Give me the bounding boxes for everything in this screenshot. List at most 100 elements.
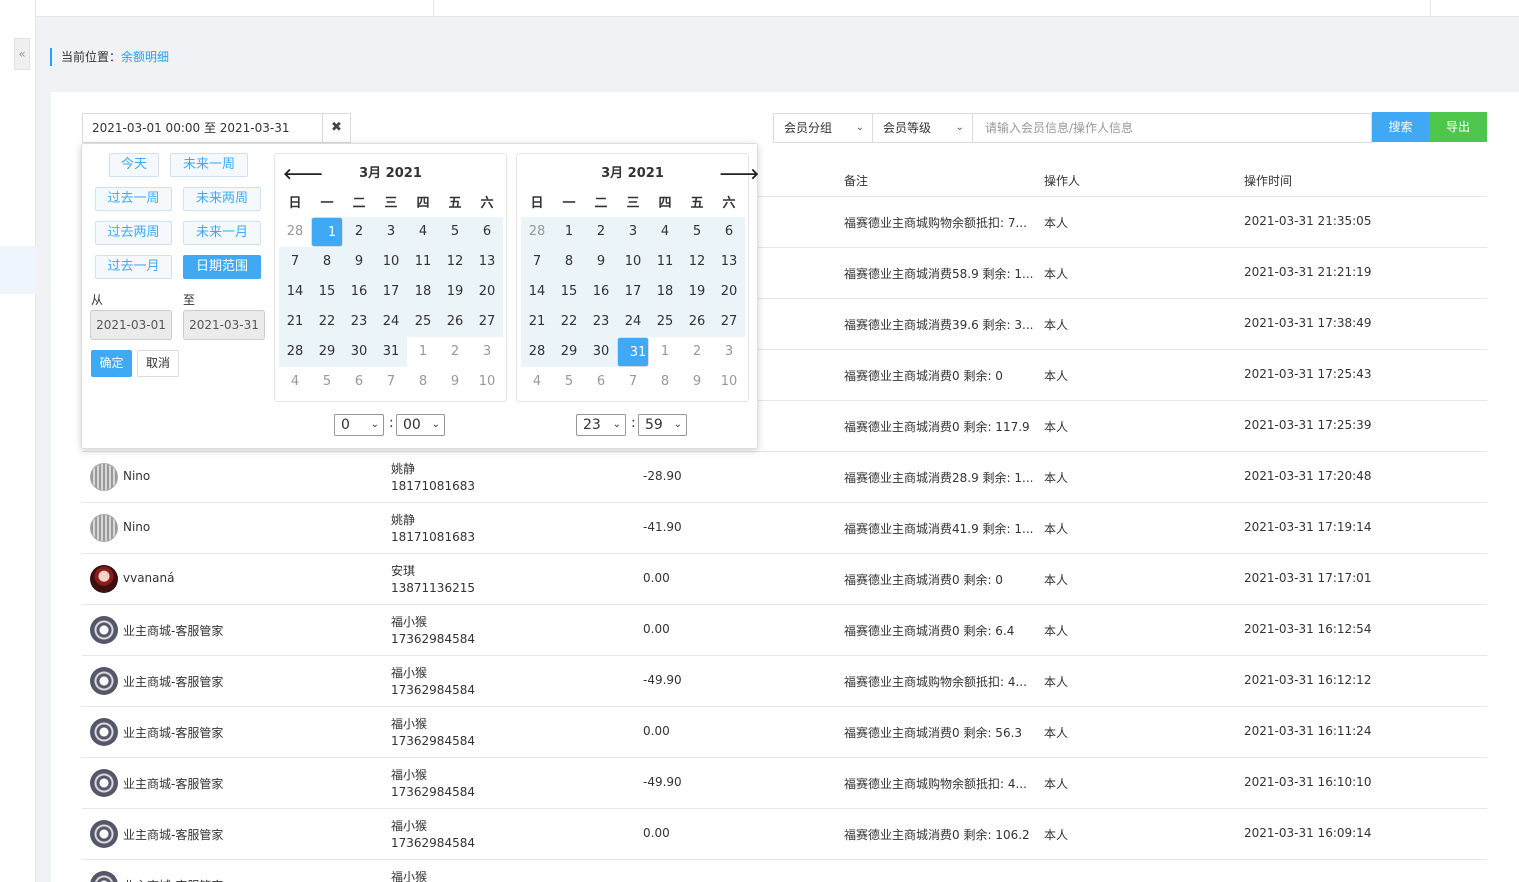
- calendar-day[interactable]: 29: [553, 337, 585, 367]
- cancel-button[interactable]: 取消: [137, 350, 179, 377]
- calendar-day[interactable]: 6: [343, 367, 375, 397]
- calendar-day[interactable]: 1: [407, 337, 439, 367]
- calendar-day[interactable]: 7: [521, 247, 553, 277]
- table-row[interactable]: Nino 姚静 18171081683 -28.90 福赛德业主商城消费28.9 剩余:…: [82, 452, 1487, 503]
- calendar-day[interactable]: 12: [681, 247, 713, 277]
- calendar-day[interactable]: 30: [343, 337, 375, 367]
- calendar-day[interactable]: 3: [713, 337, 745, 367]
- calendar-day[interactable]: 28: [279, 217, 311, 247]
- calendar-day[interactable]: 4: [407, 217, 439, 247]
- calendar-day[interactable]: 10: [471, 367, 503, 397]
- quick-past-month-button[interactable]: 过去一月: [95, 255, 172, 279]
- table-row[interactable]: 业主商城-客服管家 福小猴 17362984584 -49.90 福赛德业主商城购物余额…: [82, 656, 1487, 707]
- calendar-day[interactable]: 5: [311, 367, 343, 397]
- calendar-day[interactable]: 31: [617, 337, 649, 367]
- quick-next-week-button[interactable]: 未来一周: [170, 153, 248, 177]
- calendar-day[interactable]: 3: [375, 217, 407, 247]
- calendar-day[interactable]: 1: [311, 217, 343, 247]
- collapse-sidebar-icon[interactable]: «: [14, 38, 30, 70]
- calendar-day[interactable]: 21: [521, 307, 553, 337]
- calendar-day[interactable]: 4: [521, 367, 553, 397]
- table-row[interactable]: Nino 姚静 18171081683 -41.90 福赛德业主商城消费41.9 剩余:…: [82, 503, 1487, 554]
- calendar-day[interactable]: 22: [311, 307, 343, 337]
- end-minute-select[interactable]: 59 ⌄: [638, 414, 687, 436]
- calendar-day[interactable]: 25: [407, 307, 439, 337]
- confirm-button[interactable]: 确定: [91, 350, 132, 377]
- calendar-day[interactable]: 26: [439, 307, 471, 337]
- calendar-day[interactable]: 11: [649, 247, 681, 277]
- calendar-day[interactable]: 21: [279, 307, 311, 337]
- calendar-day[interactable]: 9: [681, 367, 713, 397]
- calendar-day[interactable]: 7: [375, 367, 407, 397]
- calendar-day[interactable]: 24: [617, 307, 649, 337]
- calendar-day[interactable]: 15: [311, 277, 343, 307]
- calendar-day[interactable]: 24: [375, 307, 407, 337]
- calendar-day[interactable]: 20: [471, 277, 503, 307]
- calendar-day[interactable]: 5: [681, 217, 713, 247]
- calendar-day[interactable]: 23: [585, 307, 617, 337]
- table-row[interactable]: 业主商城-客服管家 福小猴 17362984584 -49.90 福赛德业主商城购物余额…: [82, 758, 1487, 809]
- table-row[interactable]: 业主商城-客服管家 福小猴 17362984584 0.00 福赛德业主商城消费0 剩余…: [82, 707, 1487, 758]
- calendar-day[interactable]: 17: [617, 277, 649, 307]
- start-hour-select[interactable]: 0 ⌄: [334, 414, 384, 436]
- calendar-day[interactable]: 16: [585, 277, 617, 307]
- search-input[interactable]: [973, 113, 1372, 143]
- calendar-day[interactable]: 27: [471, 307, 503, 337]
- quick-past-week-button[interactable]: 过去一周: [95, 187, 172, 211]
- to-date-input[interactable]: 2021-03-31: [183, 310, 265, 340]
- calendar-day[interactable]: 12: [439, 247, 471, 277]
- calendar-day[interactable]: 3: [617, 217, 649, 247]
- calendar-day[interactable]: 3: [471, 337, 503, 367]
- calendar-day[interactable]: 26: [681, 307, 713, 337]
- calendar-day[interactable]: 17: [375, 277, 407, 307]
- calendar-day[interactable]: 14: [279, 277, 311, 307]
- quick-today-button[interactable]: 今天: [109, 153, 159, 177]
- breadcrumb-current[interactable]: 余额明细: [121, 50, 169, 64]
- table-row[interactable]: 业主商城-客服管家 福小猴 17362984584 0.00 福赛德业主商城消费0 剩余…: [82, 605, 1487, 656]
- table-row[interactable]: 业主商城-客服管家 福小猴 17362984584 0.00 福赛德业主商城消费0 剩余…: [82, 809, 1487, 860]
- active-nav-item[interactable]: [0, 246, 36, 294]
- calendar-day[interactable]: 8: [553, 247, 585, 277]
- calendar-day[interactable]: 7: [617, 367, 649, 397]
- calendar-day[interactable]: 6: [471, 217, 503, 247]
- calendar-day[interactable]: 28: [279, 337, 311, 367]
- calendar-day[interactable]: 22: [553, 307, 585, 337]
- search-button[interactable]: 搜索: [1372, 112, 1429, 142]
- calendar-day[interactable]: 19: [439, 277, 471, 307]
- calendar-day[interactable]: 9: [343, 247, 375, 277]
- calendar-day[interactable]: 1: [553, 217, 585, 247]
- calendar-day[interactable]: 28: [521, 337, 553, 367]
- calendar-day[interactable]: 31: [375, 337, 407, 367]
- calendar-day[interactable]: 10: [617, 247, 649, 277]
- calendar-day[interactable]: 10: [713, 367, 745, 397]
- calendar-day[interactable]: 2: [585, 217, 617, 247]
- calendar-day[interactable]: 4: [279, 367, 311, 397]
- member-level-select[interactable]: 会员等级 ⌄: [873, 113, 973, 143]
- calendar-day[interactable]: 14: [521, 277, 553, 307]
- calendar-day[interactable]: 1: [649, 337, 681, 367]
- calendar-day[interactable]: 19: [681, 277, 713, 307]
- calendar-day[interactable]: 25: [649, 307, 681, 337]
- quick-next-month-button[interactable]: 未来一月: [183, 221, 261, 245]
- calendar-day[interactable]: 18: [649, 277, 681, 307]
- calendar-day[interactable]: 18: [407, 277, 439, 307]
- quick-next-two-weeks-button[interactable]: 未来两周: [183, 187, 261, 211]
- clear-date-icon[interactable]: ✖: [322, 113, 351, 143]
- from-date-input[interactable]: 2021-03-01: [90, 310, 172, 340]
- calendar-day[interactable]: 27: [713, 307, 745, 337]
- calendar-day[interactable]: 30: [585, 337, 617, 367]
- calendar-day[interactable]: 5: [553, 367, 585, 397]
- quick-date-range-button[interactable]: 日期范围: [183, 255, 261, 279]
- calendar-day[interactable]: 6: [585, 367, 617, 397]
- calendar-day[interactable]: 5: [439, 217, 471, 247]
- calendar-day[interactable]: 8: [407, 367, 439, 397]
- calendar-day[interactable]: 16: [343, 277, 375, 307]
- calendar-day[interactable]: 13: [713, 247, 745, 277]
- calendar-day[interactable]: 2: [439, 337, 471, 367]
- next-month-icon[interactable]: 🡒: [719, 164, 759, 184]
- calendar-day[interactable]: 9: [439, 367, 471, 397]
- calendar-day[interactable]: 28: [521, 217, 553, 247]
- start-minute-select[interactable]: 00 ⌄: [396, 414, 445, 436]
- end-hour-select[interactable]: 23 ⌄: [576, 414, 626, 436]
- calendar-day[interactable]: 9: [585, 247, 617, 277]
